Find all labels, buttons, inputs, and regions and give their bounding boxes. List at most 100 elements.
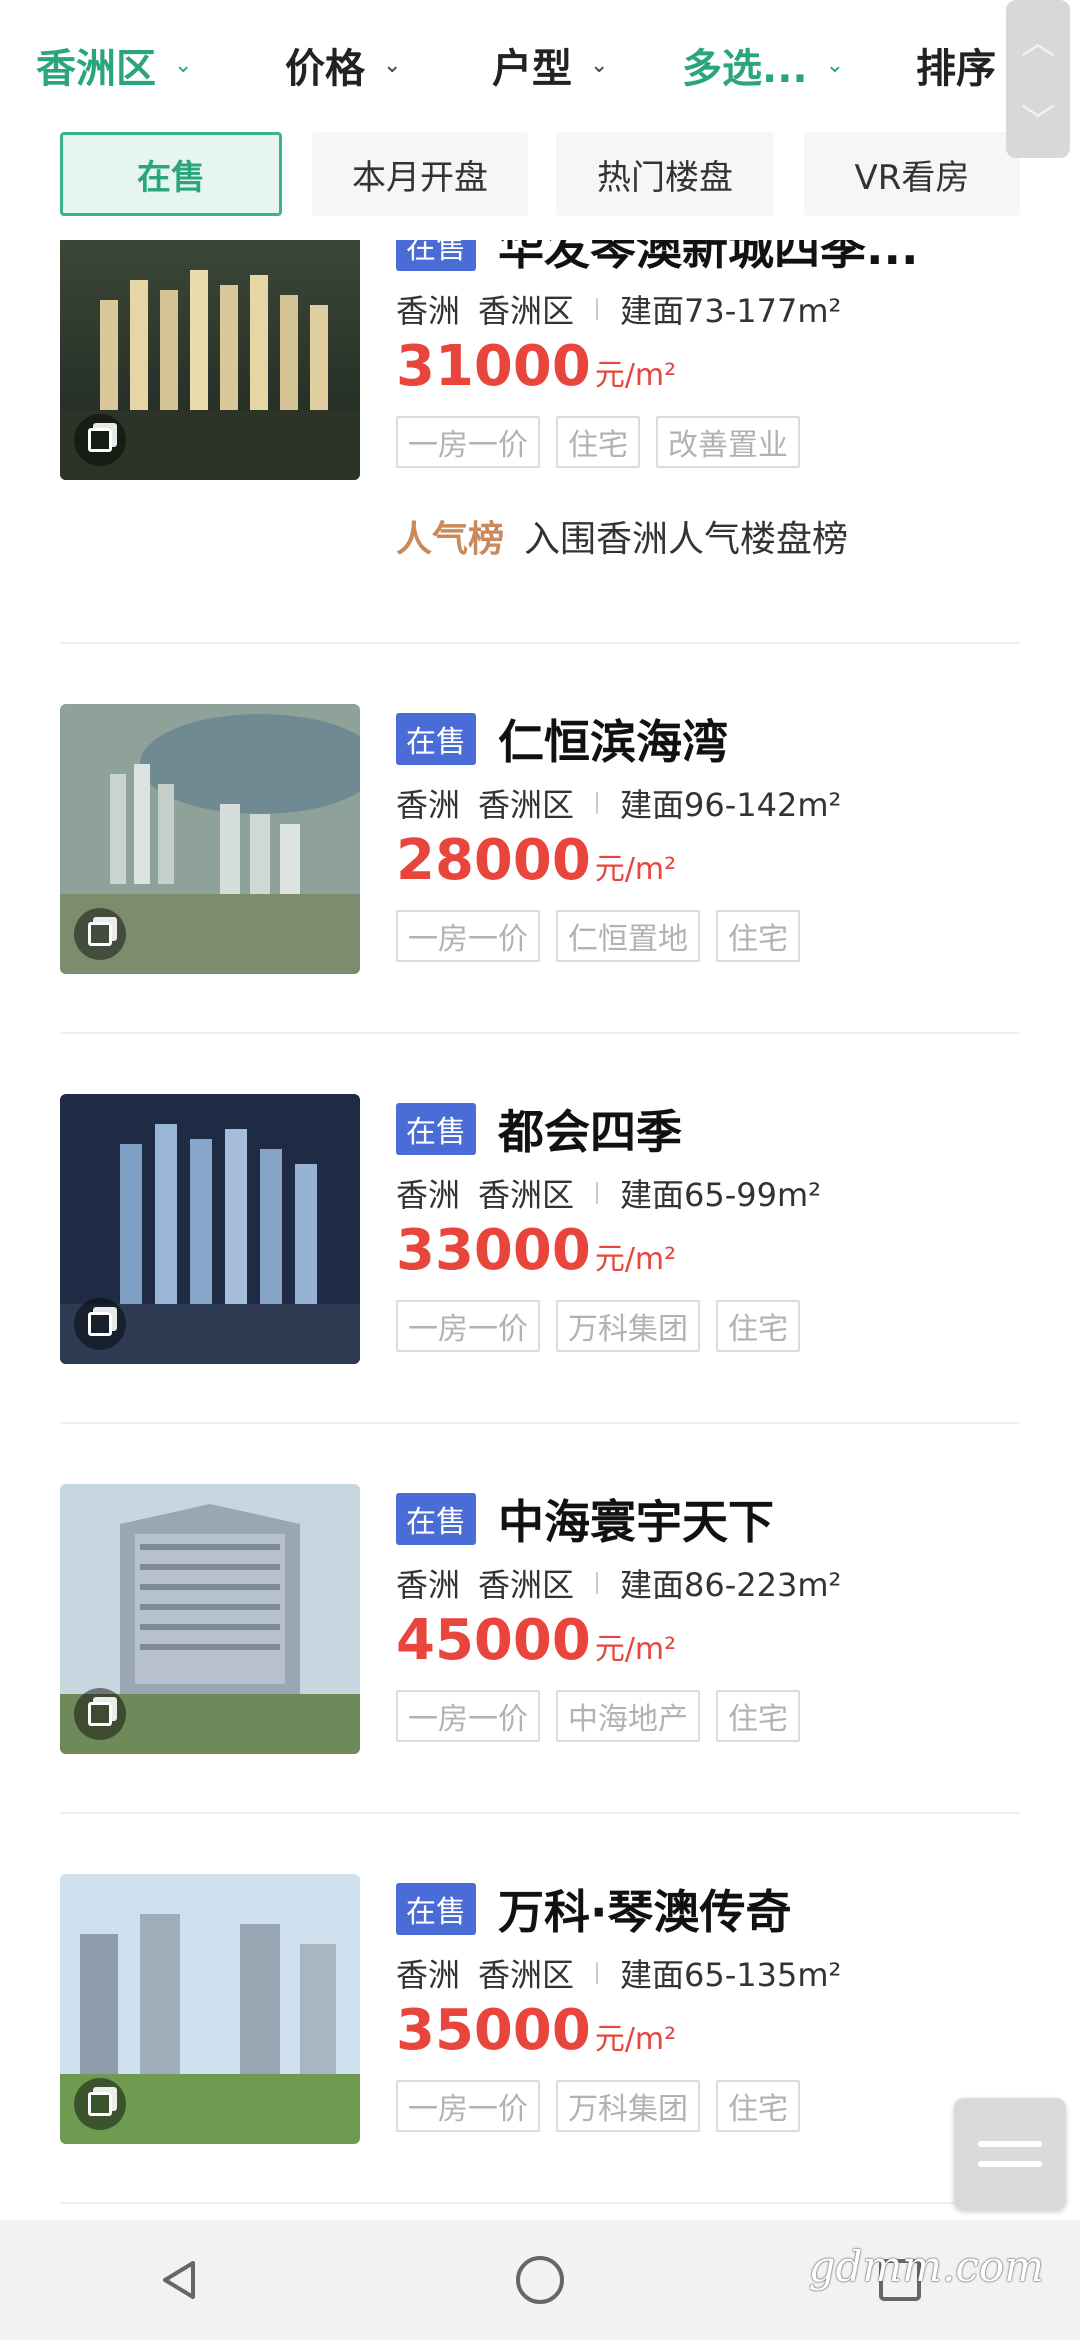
chevron-down-icon: ⌄ bbox=[825, 52, 845, 78]
listing-thumbnail[interactable] bbox=[60, 240, 360, 480]
listing-tag: 仁恒置地 bbox=[556, 910, 700, 962]
listing-tag: 一房一价 bbox=[396, 1690, 540, 1742]
filter-multi-label: 多选... bbox=[682, 46, 808, 92]
listing-area: 建面96-142m² bbox=[620, 786, 842, 824]
listing-tag: 一房一价 bbox=[396, 910, 540, 962]
price-unit: 元/m² bbox=[594, 1242, 677, 1277]
listing-price: 35000 bbox=[396, 1998, 591, 2063]
listing-area: 建面86-223m² bbox=[620, 1566, 842, 1604]
divider bbox=[60, 2202, 1020, 2204]
filter-multi[interactable]: 多选... ⌄ bbox=[682, 30, 844, 100]
back-button[interactable] bbox=[140, 2240, 220, 2320]
divider bbox=[596, 298, 599, 320]
listing-name[interactable]: 万科·琴澳传奇 bbox=[498, 1876, 791, 1942]
status-badge: 在售 bbox=[396, 1493, 476, 1545]
tab-hot-projects[interactable]: 热门楼盘 bbox=[556, 132, 774, 216]
home-icon bbox=[516, 2256, 564, 2304]
chevron-down-icon[interactable]: ﹀ bbox=[1021, 94, 1055, 143]
listing-tag: 万科集团 bbox=[556, 1300, 700, 1352]
divider bbox=[596, 1572, 599, 1594]
chevron-down-icon: ⌄ bbox=[590, 52, 609, 78]
listing-price: 31000 bbox=[396, 334, 591, 399]
listing-name[interactable]: 仁恒滨海湾 bbox=[498, 706, 728, 772]
listing-city: 香洲 bbox=[396, 1176, 461, 1214]
price-unit: 元/m² bbox=[594, 852, 677, 887]
listing-tag: 改善置业 bbox=[656, 416, 800, 468]
chevron-down-icon: ⌄ bbox=[383, 52, 402, 78]
chevron-up-icon[interactable]: ︿ bbox=[1021, 15, 1055, 64]
status-badge: 在售 bbox=[396, 713, 476, 765]
menu-button[interactable] bbox=[954, 2098, 1066, 2210]
divider bbox=[596, 1182, 599, 1204]
listing-district: 香洲区 bbox=[478, 1956, 575, 1994]
tab-opening-this-month[interactable]: 本月开盘 bbox=[312, 132, 528, 216]
listing-thumbnail[interactable] bbox=[60, 1094, 360, 1364]
tab-bar: 在售 本月开盘 热门楼盘 VR看房 bbox=[0, 130, 1080, 240]
price-unit: 元/m² bbox=[594, 2022, 677, 2057]
listing-city: 香洲 bbox=[396, 1956, 461, 1994]
filter-price[interactable]: 价格 ⌄ bbox=[285, 30, 401, 100]
listing-price: 45000 bbox=[396, 1608, 591, 1673]
status-badge: 在售 bbox=[396, 1103, 476, 1155]
scroll-arrows[interactable]: ︿ ﹀ bbox=[1006, 0, 1070, 158]
status-badge: 在售 bbox=[396, 1883, 476, 1935]
listing-tag: 万科集团 bbox=[556, 2080, 700, 2132]
listing-price: 28000 bbox=[396, 828, 591, 893]
ranking-text: 入围香洲人气楼盘榜 bbox=[524, 519, 849, 560]
ranking-row[interactable]: 人气榜 入围香洲人气楼盘榜 bbox=[396, 510, 848, 562]
listing-tag: 一房一价 bbox=[396, 2080, 540, 2132]
listing-city: 香洲 bbox=[396, 1566, 461, 1604]
back-icon bbox=[163, 2261, 195, 2299]
listing-list: 在售 华发琴澳新城四季... 香洲 香洲区 建面73-177m² 31000 元… bbox=[0, 240, 1080, 2220]
chevron-down-icon: ⌄ bbox=[174, 52, 193, 78]
filter-sort-label: 排序 bbox=[916, 46, 996, 92]
listing-name[interactable]: 华发琴澳新城四季... bbox=[498, 240, 918, 278]
listing-tag: 住宅 bbox=[716, 910, 800, 962]
gallery-icon bbox=[74, 1688, 126, 1740]
gallery-icon bbox=[74, 2078, 126, 2130]
listing-name[interactable]: 中海寰宇天下 bbox=[498, 1486, 774, 1552]
filter-layout[interactable]: 户型 ⌄ bbox=[492, 30, 608, 100]
price-unit: 元/m² bbox=[594, 1632, 677, 1667]
listing-thumbnail[interactable] bbox=[60, 1484, 360, 1754]
listing-price: 33000 bbox=[396, 1218, 591, 1283]
filter-district-label: 香洲区 bbox=[36, 46, 156, 92]
tab-on-sale[interactable]: 在售 bbox=[60, 132, 282, 216]
ranking-label: 人气榜 bbox=[396, 519, 505, 560]
divider bbox=[596, 792, 599, 814]
listing-tag: 住宅 bbox=[556, 416, 640, 468]
filter-bar: 香洲区 ⌄ 价格 ⌄ 户型 ⌄ 多选... ⌄ 排序 ⇅ bbox=[0, 0, 1080, 130]
listing-tag: 一房一价 bbox=[396, 1300, 540, 1352]
divider bbox=[60, 1032, 1020, 1034]
status-badge: 在售 bbox=[396, 240, 476, 271]
filter-price-label: 价格 bbox=[285, 46, 365, 92]
tab-vr-tour[interactable]: VR看房 bbox=[804, 132, 1020, 216]
gallery-icon bbox=[74, 1298, 126, 1350]
listing-thumbnail[interactable] bbox=[60, 704, 360, 974]
listing-name[interactable]: 都会四季 bbox=[498, 1096, 682, 1162]
listing-tag: 一房一价 bbox=[396, 416, 540, 468]
listing-area: 建面65-135m² bbox=[620, 1956, 842, 1994]
listing-tag: 住宅 bbox=[716, 2080, 800, 2132]
listing-area: 建面65-99m² bbox=[620, 1176, 822, 1214]
listing-city: 香洲 bbox=[396, 786, 461, 824]
listing-district: 香洲区 bbox=[478, 786, 575, 824]
divider bbox=[60, 1812, 1020, 1814]
home-button[interactable] bbox=[500, 2240, 580, 2320]
listing-tag: 住宅 bbox=[716, 1690, 800, 1742]
menu-icon bbox=[978, 2141, 1042, 2147]
listing-district: 香洲区 bbox=[478, 1566, 575, 1604]
watermark: gdmm.com bbox=[808, 2242, 1044, 2291]
divider bbox=[60, 642, 1020, 644]
listing-tag: 住宅 bbox=[716, 1300, 800, 1352]
filter-layout-label: 户型 bbox=[492, 46, 572, 92]
listing-tag: 中海地产 bbox=[556, 1690, 700, 1742]
listing-area: 建面73-177m² bbox=[620, 292, 842, 330]
listing-district: 香洲区 bbox=[478, 292, 575, 330]
filter-district[interactable]: 香洲区 ⌄ bbox=[36, 30, 192, 100]
menu-icon bbox=[978, 2161, 1042, 2167]
listing-district: 香洲区 bbox=[478, 1176, 575, 1214]
listing-thumbnail[interactable] bbox=[60, 1874, 360, 2144]
gallery-icon bbox=[74, 908, 126, 960]
gallery-icon bbox=[74, 414, 126, 466]
